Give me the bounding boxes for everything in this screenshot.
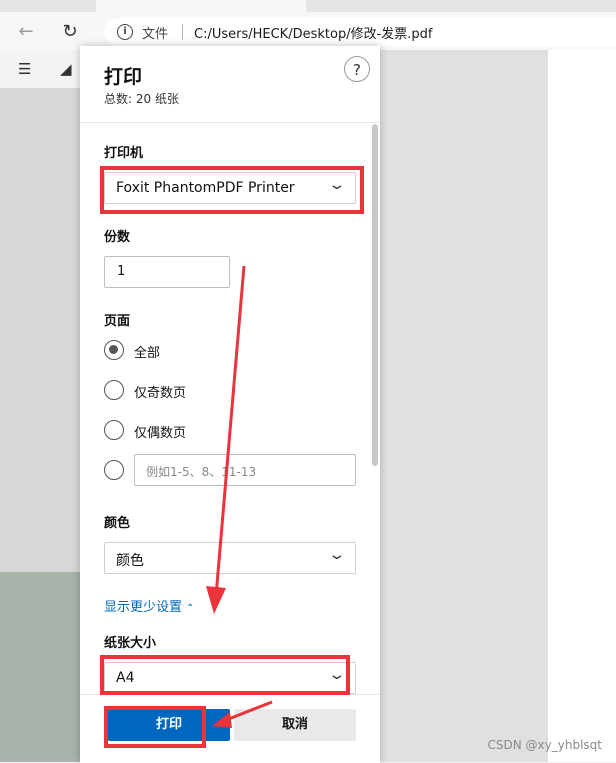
annotation-arrow-left (225, 700, 273, 722)
annotation-arrows (206, 265, 273, 728)
watermark: CSDN @xy_yhblsqt (487, 738, 602, 752)
arrow-head-icon (206, 586, 226, 614)
annotation-arrow-down (214, 265, 246, 597)
arrow-head-icon (212, 712, 232, 728)
